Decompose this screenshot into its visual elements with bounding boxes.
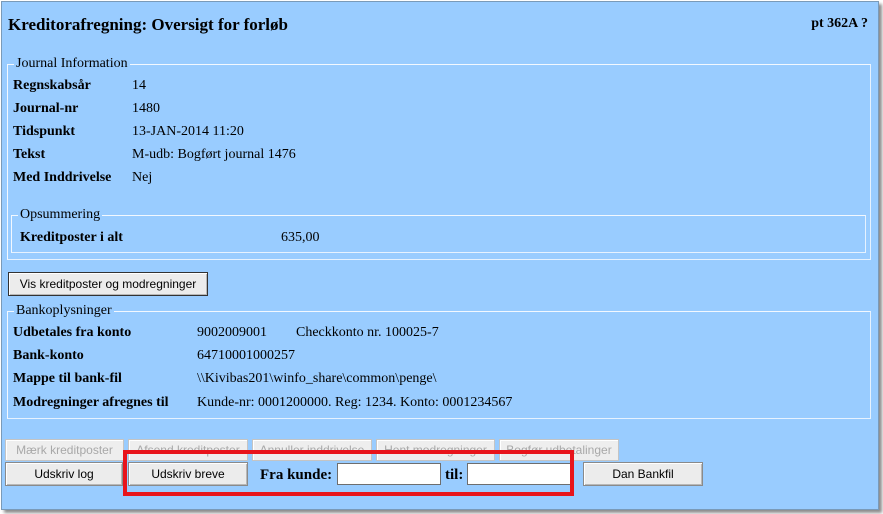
offset-settlement-value: Kunde-nr: 0001200000. Reg: 1234. Konto: … <box>197 395 513 410</box>
credit-total-value: 635,00 <box>281 230 320 245</box>
bank-info-legend: Bankoplysninger <box>16 303 112 318</box>
text-value: M-udb: Bogført journal 1476 <box>132 147 296 162</box>
print-log-button[interactable]: Udskriv log <box>5 462 123 486</box>
page-title: Kreditorafregning: Oversigt for forløb <box>8 15 288 34</box>
create-bank-file-button[interactable]: Dan Bankfil <box>583 462 703 486</box>
journal-number-value: 1480 <box>132 101 160 116</box>
mark-credit-entries-button[interactable]: Mærk kreditposter <box>5 439 124 461</box>
page-id: pt 362A ? <box>811 16 868 31</box>
bank-file-folder-value: \\Kivibas201\winfo_share\common\penge\ <box>197 371 437 386</box>
collection-value: Nej <box>132 170 153 185</box>
pay-from-account-value: 9002009001 <box>197 325 267 340</box>
credit-total-label: Kreditposter i alt <box>20 230 123 245</box>
bank-file-folder-label: Mappe til bank-fil <box>13 371 122 386</box>
journal-info-legend: Journal Information <box>16 56 128 71</box>
summary-legend: Opsummering <box>20 207 101 222</box>
timestamp-value: 13-JAN-2014 11:20 <box>132 124 244 139</box>
highlight-box <box>123 450 574 496</box>
timestamp-label: Tidspunkt <box>13 124 76 139</box>
collection-label: Med Inddrivelse <box>13 170 112 185</box>
check-account-value: Checkkonto nr. 100025-7 <box>296 325 439 340</box>
summary-fieldset: Opsummering <box>11 207 866 253</box>
fiscal-year-value: 14 <box>132 78 146 93</box>
fiscal-year-label: Regnskabsår <box>13 78 91 93</box>
journal-number-label: Journal-nr <box>13 101 79 116</box>
pay-from-account-label: Udbetales fra konto <box>13 325 132 340</box>
offset-settlement-label: Modregninger afregnes til <box>13 395 169 410</box>
bank-account-value: 64710001000257 <box>197 348 295 363</box>
bank-account-label: Bank-konto <box>13 348 84 363</box>
text-label: Tekst <box>13 147 46 162</box>
show-credit-entries-button[interactable]: Vis kreditposter og modregninger <box>8 272 208 296</box>
